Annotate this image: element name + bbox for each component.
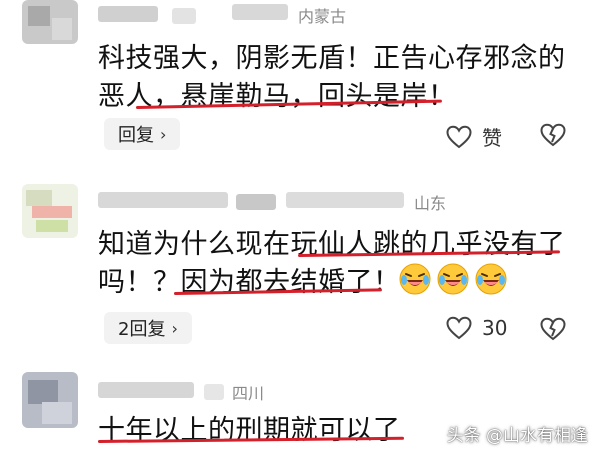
laughing-crying-emoji [399, 263, 431, 295]
heart-icon [446, 316, 472, 340]
like-count: 30 [482, 316, 508, 340]
username-blurred [286, 192, 404, 208]
avatar[interactable] [22, 184, 78, 238]
chevron-right-icon: › [160, 124, 167, 144]
username-blurred[interactable] [98, 192, 228, 208]
comment-location: 山东 [414, 194, 447, 213]
username-blurred[interactable] [98, 382, 194, 398]
broken-heart-icon[interactable] [540, 317, 566, 345]
reply-label: 2回复 [118, 319, 166, 340]
reply-label: 回复 [118, 125, 154, 146]
avatar[interactable] [22, 372, 78, 428]
chevron-right-icon: › [171, 318, 178, 338]
username-blurred [232, 4, 288, 20]
laughing-crying-emoji [475, 263, 507, 295]
comment-location: 内蒙古 [298, 7, 347, 26]
heart-icon [446, 125, 472, 149]
watermark: 头条 @山水有相逢 [446, 426, 588, 446]
username-blurred [172, 8, 196, 24]
comment-text: 科技强大，阴影无盾！正告心存邪念的 [98, 43, 566, 74]
broken-heart-icon[interactable] [540, 123, 566, 151]
like-label: 赞 [482, 126, 502, 150]
username-blurred [204, 384, 224, 400]
username-blurred[interactable] [98, 6, 158, 22]
like-button[interactable]: 30 [446, 316, 507, 340]
laughing-crying-emoji [437, 263, 469, 295]
like-button[interactable]: 赞 [446, 122, 502, 151]
username-blurred [236, 194, 276, 210]
avatar[interactable] [22, 0, 78, 44]
reply-button[interactable]: 回复 › [104, 118, 181, 150]
reply-button[interactable]: 2回复 › [104, 312, 192, 344]
comment-location: 四川 [232, 384, 265, 403]
